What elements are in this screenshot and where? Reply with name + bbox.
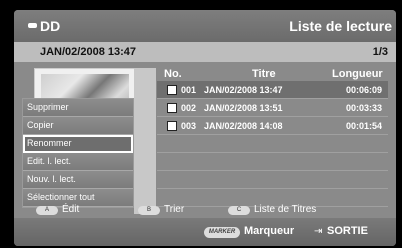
- row-title: JAN/02/2008 13:51: [204, 103, 283, 113]
- disc-icon: [28, 23, 37, 28]
- edit-label: Édit: [62, 204, 80, 215]
- b-button-icon[interactable]: B: [138, 206, 160, 215]
- header-bar: DD Liste de lecture: [14, 10, 396, 42]
- menu-item-copier[interactable]: Copier: [23, 117, 133, 135]
- column-header-length: Longueur: [332, 68, 383, 80]
- row-title: JAN/02/2008 13:47: [204, 85, 283, 95]
- bottom-bar: MARKER Marqueur ⇥ SORTIE: [14, 218, 396, 246]
- row-number: 002: [181, 103, 197, 113]
- title-row-001[interactable]: 001 JAN/02/2008 13:47 00:06:09: [157, 81, 388, 99]
- menu-item-new-playlist[interactable]: Nouv. l. lect.: [23, 171, 133, 189]
- row-length: 00:01:54: [345, 121, 382, 131]
- sort-label: Trier: [164, 204, 185, 215]
- checkbox[interactable]: [167, 85, 177, 95]
- menu-item-edit-playlist[interactable]: Edit. l. lect.: [23, 153, 133, 171]
- row-title: JAN/02/2008 14:08: [204, 121, 283, 131]
- menu-item-supprimer[interactable]: Supprimer: [23, 99, 133, 117]
- page-title: Liste de lecture: [289, 18, 392, 34]
- screen: DD Liste de lecture JAN/02/2008 13:47 1/…: [0, 0, 402, 248]
- button-legend: A Édit B Trier C Liste de Titres: [14, 204, 396, 218]
- playlist-panel: DD Liste de lecture JAN/02/2008 13:47 1/…: [14, 10, 396, 246]
- title-list: 001 JAN/02/2008 13:47 00:06:09 002 JAN/0…: [157, 81, 388, 207]
- row-length: 00:06:09: [345, 85, 382, 95]
- thumbnail-frame: [134, 68, 156, 214]
- current-date: JAN/02/2008 13:47: [40, 46, 137, 58]
- row-number: 001: [181, 85, 197, 95]
- column-header-no: No.: [164, 68, 182, 80]
- empty-row: [157, 135, 388, 153]
- checkbox[interactable]: [167, 103, 177, 113]
- empty-row: [157, 171, 388, 189]
- menu-item-renommer[interactable]: Renommer: [23, 135, 133, 153]
- row-number: 003: [181, 121, 197, 131]
- checkbox[interactable]: [167, 121, 177, 131]
- title-list-label: Liste de Titres: [254, 204, 317, 215]
- row-length: 00:03:33: [345, 103, 382, 113]
- page-indicator: 1/3: [372, 46, 388, 58]
- c-button-icon[interactable]: C: [228, 206, 250, 215]
- device-text: DD: [40, 18, 61, 34]
- subheader-bar: JAN/02/2008 13:47 1/3: [14, 42, 396, 62]
- title-row-003[interactable]: 003 JAN/02/2008 14:08 00:01:54: [157, 117, 388, 135]
- title-row-002[interactable]: 002 JAN/02/2008 13:51 00:03:33: [157, 99, 388, 117]
- exit-icon[interactable]: ⇥: [314, 227, 324, 237]
- context-menu: Supprimer Copier Renommer Edit. l. lect.…: [22, 98, 134, 208]
- device-label: DD: [28, 18, 60, 34]
- empty-row: [157, 153, 388, 171]
- marker-button-icon[interactable]: MARKER: [204, 227, 240, 238]
- marker-label: Marqueur: [244, 225, 295, 237]
- a-button-icon[interactable]: A: [36, 206, 58, 215]
- column-header-title: Titre: [252, 68, 276, 80]
- exit-label: SORTIE: [327, 225, 368, 237]
